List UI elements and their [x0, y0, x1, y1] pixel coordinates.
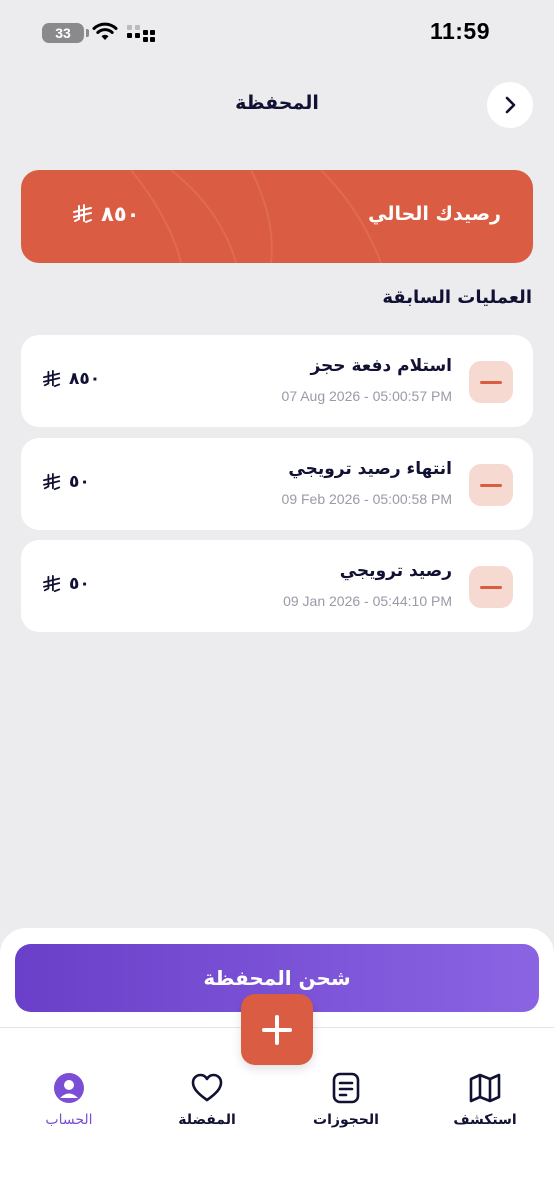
riyal-icon	[73, 204, 92, 223]
riyal-icon	[43, 370, 61, 388]
signal-icon	[127, 25, 155, 42]
nav-item-favorites[interactable]: المفضلة	[157, 1070, 257, 1140]
status-time: 11:59	[429, 18, 490, 44]
nav-label: الحجوزات	[313, 1112, 379, 1128]
battery-level: 33	[55, 25, 71, 41]
riyal-icon	[43, 473, 61, 491]
nav-label: الحساب	[45, 1112, 93, 1128]
transaction-title: رصيد ترويجي	[339, 561, 452, 581]
transaction-date: 09 Jan 2026 - 05:44:10 PM	[283, 593, 452, 609]
transaction-amount-value: ٥٠	[69, 574, 90, 594]
document-icon	[332, 1072, 360, 1104]
transaction-title: انتهاء رصيد ترويجي	[288, 459, 452, 479]
header: المحفظة	[0, 80, 554, 130]
transaction-date: 09 Feb 2026 - 05:00:58 PM	[281, 491, 452, 507]
balance-card: رصيدك الحالي ٨٥٠	[21, 170, 533, 263]
balance-value: ٨٥٠	[101, 202, 140, 226]
transaction-amount: ٥٠	[43, 574, 90, 594]
section-title: العمليات السابقة	[382, 287, 532, 308]
minus-icon	[469, 566, 513, 608]
minus-icon	[469, 361, 513, 403]
list-item[interactable]: استلام دفعة حجز 07 Aug 2026 - 05:00:57 P…	[21, 335, 533, 427]
map-icon	[469, 1073, 501, 1103]
add-button[interactable]	[241, 994, 313, 1065]
transaction-amount-value: ٨٥٠	[69, 369, 101, 389]
transaction-amount: ٨٥٠	[43, 369, 100, 389]
status-bar: 33 11:59	[0, 0, 554, 66]
user-icon	[54, 1073, 84, 1103]
list-item[interactable]: رصيد ترويجي 09 Jan 2026 - 05:44:10 PM ٥٠	[21, 540, 533, 632]
battery-icon: 33	[42, 23, 89, 43]
plus-icon	[262, 1014, 292, 1045]
transaction-title: استلام دفعة حجز	[310, 356, 452, 376]
chevron-right-icon	[505, 96, 516, 114]
nav-item-explore[interactable]: استكشف	[435, 1070, 535, 1140]
nav-item-account[interactable]: الحساب	[19, 1070, 119, 1140]
minus-icon	[469, 464, 513, 506]
transaction-date: 07 Aug 2026 - 05:00:57 PM	[281, 388, 452, 404]
transaction-amount-value: ٥٠	[69, 472, 90, 492]
nav-item-bookings[interactable]: الحجوزات	[296, 1070, 396, 1140]
balance-amount: ٨٥٠	[73, 202, 139, 226]
page-title: المحفظة	[235, 92, 319, 114]
nav-label: استكشف	[453, 1112, 517, 1128]
nav-label: المفضلة	[178, 1112, 236, 1128]
transaction-amount: ٥٠	[43, 472, 90, 492]
wifi-icon	[92, 22, 118, 40]
heart-icon	[191, 1073, 223, 1102]
list-item[interactable]: انتهاء رصيد ترويجي 09 Feb 2026 - 05:00:5…	[21, 438, 533, 530]
balance-label: رصيدك الحالي	[368, 203, 501, 225]
back-button[interactable]	[487, 82, 533, 128]
riyal-icon	[43, 575, 61, 593]
